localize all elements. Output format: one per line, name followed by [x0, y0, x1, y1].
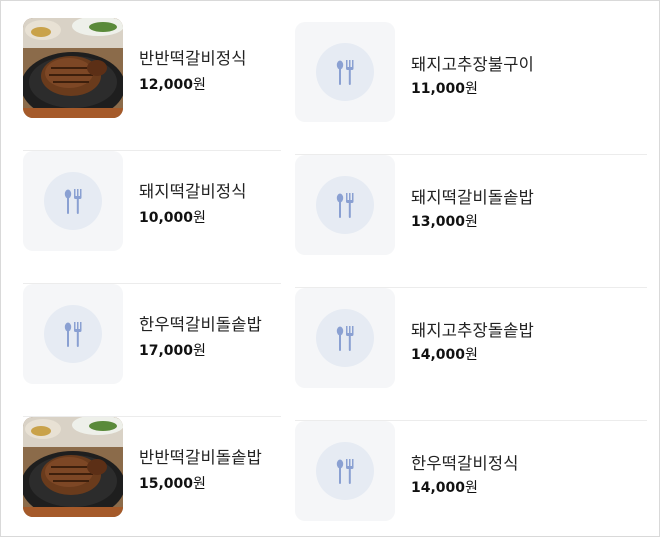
fork-spoon-icon [336, 60, 354, 85]
menu-item[interactable]: 돼지떡갈비돌솥밥 13,000원 [295, 155, 647, 288]
menu-item-name: 반반떡갈비돌솥밥 [139, 448, 263, 467]
menu-item-name: 돼지떡갈비정식 [139, 182, 247, 201]
menu-item-name: 돼지떡갈비돌솥밥 [411, 188, 535, 207]
menu-item[interactable]: 반반떡갈비정식 12,000원 [23, 18, 281, 151]
menu-item[interactable]: 한우떡갈비돌솥밥 17,000원 [23, 284, 281, 417]
fork-spoon-icon [336, 326, 354, 351]
food-photo [23, 417, 123, 517]
menu-item-name: 반반떡갈비정식 [139, 49, 247, 68]
menu-item-price: 17,000원 [139, 343, 206, 359]
fork-spoon-icon [64, 322, 82, 347]
menu-column-left: 반반떡갈비정식 12,000원 돼지떡갈비정식 10,000원 한우떡갈비돌솥밥… [23, 1, 281, 536]
menu-item-name: 한우떡갈비돌솥밥 [139, 315, 263, 334]
fork-spoon-icon [336, 459, 354, 484]
menu-item-price: 15,000원 [139, 476, 206, 492]
placeholder-thumbnail [295, 22, 395, 122]
menu-list-panel: 반반떡갈비정식 12,000원 돼지떡갈비정식 10,000원 한우떡갈비돌솥밥… [0, 0, 660, 537]
food-photo [23, 18, 123, 118]
menu-item-price: 12,000원 [139, 77, 206, 93]
placeholder-thumbnail [295, 288, 395, 388]
menu-item[interactable]: 돼지고추장돌솥밥 14,000원 [295, 288, 647, 421]
menu-item-price: 14,000원 [411, 480, 478, 496]
placeholder-thumbnail [295, 421, 395, 521]
menu-item-price: 11,000원 [411, 81, 478, 97]
menu-item[interactable]: 돼지고추장불구이 11,000원 [295, 22, 647, 155]
menu-item-price: 14,000원 [411, 347, 478, 363]
menu-item-price: 13,000원 [411, 214, 478, 230]
menu-item-name: 돼지고추장돌솥밥 [411, 321, 535, 340]
menu-item-name: 돼지고추장불구이 [411, 55, 535, 74]
placeholder-thumbnail [23, 151, 123, 251]
placeholder-thumbnail [23, 284, 123, 384]
fork-spoon-icon [336, 193, 354, 218]
menu-column-right: 돼지고추장불구이 11,000원 돼지떡갈비돌솥밥 13,000원 돼지고추장돌… [295, 1, 647, 536]
menu-item[interactable]: 돼지떡갈비정식 10,000원 [23, 151, 281, 284]
fork-spoon-icon [64, 189, 82, 214]
menu-item[interactable]: 한우떡갈비정식 14,000원 [295, 421, 647, 536]
menu-item-price: 10,000원 [139, 210, 206, 226]
placeholder-thumbnail [295, 155, 395, 255]
menu-item-name: 한우떡갈비정식 [411, 454, 519, 473]
menu-item[interactable]: 반반떡갈비돌솥밥 15,000원 [23, 417, 281, 536]
